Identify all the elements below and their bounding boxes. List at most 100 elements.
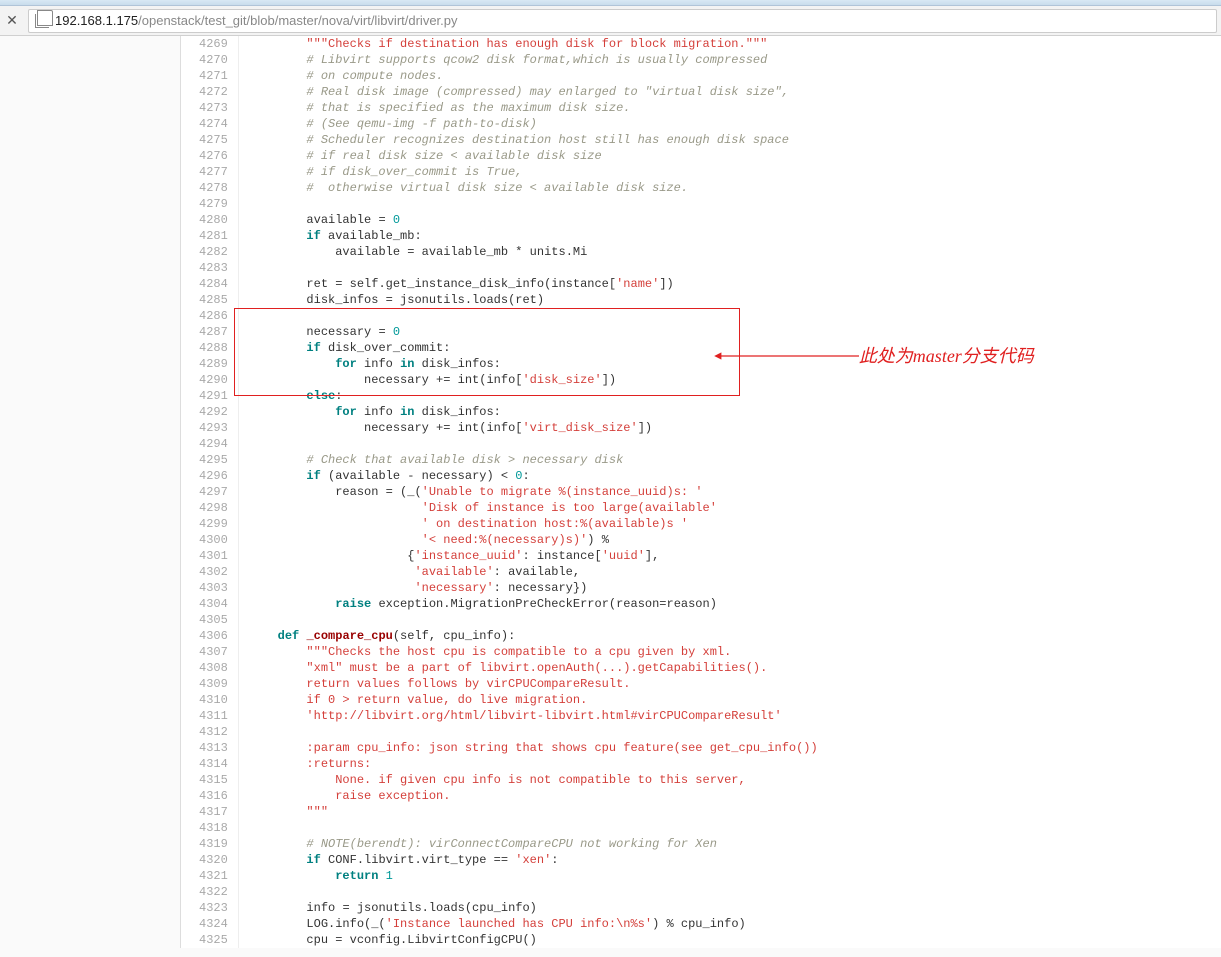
code-line: reason = (_('Unable to migrate %(instanc…	[249, 484, 1221, 500]
line-number: 4304	[199, 596, 228, 612]
page-icon	[35, 14, 49, 28]
code-line: else:	[249, 388, 1221, 404]
line-number: 4306	[199, 628, 228, 644]
code-line: available = 0	[249, 212, 1221, 228]
code-line: {'instance_uuid': instance['uuid'],	[249, 548, 1221, 564]
code-line: # Check that available disk > necessary …	[249, 452, 1221, 468]
line-number: 4295	[199, 452, 228, 468]
line-number: 4301	[199, 548, 228, 564]
code-line: # Libvirt supports qcow2 disk format,whi…	[249, 52, 1221, 68]
code-line	[249, 436, 1221, 452]
line-number: 4311	[199, 708, 228, 724]
code-line: necessary += int(info['virt_disk_size'])	[249, 420, 1221, 436]
line-number: 4305	[199, 612, 228, 628]
line-number: 4283	[199, 260, 228, 276]
code-line: :returns:	[249, 756, 1221, 772]
line-number: 4281	[199, 228, 228, 244]
code-line: info = jsonutils.loads(cpu_info)	[249, 900, 1221, 916]
code-line: # (See qemu-img -f path-to-disk)	[249, 116, 1221, 132]
line-number: 4296	[199, 468, 228, 484]
line-number: 4287	[199, 324, 228, 340]
code-line: "xml" must be a part of libvirt.openAuth…	[249, 660, 1221, 676]
line-number: 4274	[199, 116, 228, 132]
code-content[interactable]: 此处为master分支代码 """Checks if destination h…	[239, 36, 1221, 948]
code-line: # that is specified as the maximum disk …	[249, 100, 1221, 116]
line-number: 4317	[199, 804, 228, 820]
code-line: """	[249, 804, 1221, 820]
code-line: :param cpu_info: json string that shows …	[249, 740, 1221, 756]
line-number: 4299	[199, 516, 228, 532]
code-line	[249, 724, 1221, 740]
code-line: if (available - necessary) < 0:	[249, 468, 1221, 484]
code-line: ' on destination host:%(available)s '	[249, 516, 1221, 532]
line-number: 4282	[199, 244, 228, 260]
browser-nav-bar: ✕ 192.168.1.175/openstack/test_git/blob/…	[0, 6, 1221, 36]
line-number: 4313	[199, 740, 228, 756]
line-number: 4308	[199, 660, 228, 676]
line-number: 4316	[199, 788, 228, 804]
code-line: 'http://libvirt.org/html/libvirt-libvirt…	[249, 708, 1221, 724]
code-line	[249, 612, 1221, 628]
url-text: 192.168.1.175/openstack/test_git/blob/ma…	[55, 13, 458, 28]
line-number: 4298	[199, 500, 228, 516]
code-line: if CONF.libvirt.virt_type == 'xen':	[249, 852, 1221, 868]
line-number: 4270	[199, 52, 228, 68]
url-input[interactable]: 192.168.1.175/openstack/test_git/blob/ma…	[28, 9, 1217, 33]
line-number: 4322	[199, 884, 228, 900]
line-number: 4319	[199, 836, 228, 852]
line-number: 4269	[199, 36, 228, 52]
code-line: # if disk_over_commit is True,	[249, 164, 1221, 180]
line-number: 4279	[199, 196, 228, 212]
line-number: 4303	[199, 580, 228, 596]
line-number: 4289	[199, 356, 228, 372]
line-number: 4291	[199, 388, 228, 404]
code-line: raise exception.MigrationPreCheckError(r…	[249, 596, 1221, 612]
line-number: 4307	[199, 644, 228, 660]
code-line: # if real disk size < available disk siz…	[249, 148, 1221, 164]
line-number: 4315	[199, 772, 228, 788]
line-number: 4302	[199, 564, 228, 580]
line-number: 4323	[199, 900, 228, 916]
code-line	[249, 820, 1221, 836]
code-line: if 0 > return value, do live migration.	[249, 692, 1221, 708]
line-number: 4325	[199, 932, 228, 948]
code-line: # otherwise virtual disk size < availabl…	[249, 180, 1221, 196]
code-line	[249, 196, 1221, 212]
code-line: """Checks if destination has enough disk…	[249, 36, 1221, 52]
code-line: 'available': available,	[249, 564, 1221, 580]
code-line: # Scheduler recognizes destination host …	[249, 132, 1221, 148]
code-line: for info in disk_infos:	[249, 356, 1221, 372]
line-number: 4310	[199, 692, 228, 708]
line-number: 4320	[199, 852, 228, 868]
code-line: if disk_over_commit:	[249, 340, 1221, 356]
line-number: 4284	[199, 276, 228, 292]
code-line	[249, 884, 1221, 900]
code-line: necessary += int(info['disk_size'])	[249, 372, 1221, 388]
code-line: # NOTE(berendt): virConnectCompareCPU no…	[249, 836, 1221, 852]
code-line: necessary = 0	[249, 324, 1221, 340]
code-line: for info in disk_infos:	[249, 404, 1221, 420]
line-number: 4276	[199, 148, 228, 164]
line-number: 4277	[199, 164, 228, 180]
line-number: 4292	[199, 404, 228, 420]
url-host: 192.168.1.175	[55, 13, 138, 28]
line-number: 4273	[199, 100, 228, 116]
line-number: 4294	[199, 436, 228, 452]
line-number: 4312	[199, 724, 228, 740]
line-number: 4272	[199, 84, 228, 100]
line-number: 4285	[199, 292, 228, 308]
code-line: def _compare_cpu(self, cpu_info):	[249, 628, 1221, 644]
line-number: 4318	[199, 820, 228, 836]
line-number: 4321	[199, 868, 228, 884]
url-path: /openstack/test_git/blob/master/nova/vir…	[138, 13, 457, 28]
code-line: return 1	[249, 868, 1221, 884]
line-number: 4324	[199, 916, 228, 932]
code-line: return values follows by virCPUCompareRe…	[249, 676, 1221, 692]
line-number: 4280	[199, 212, 228, 228]
line-number: 4271	[199, 68, 228, 84]
code-line: # Real disk image (compressed) may enlar…	[249, 84, 1221, 100]
code-line: LOG.info(_('Instance launched has CPU in…	[249, 916, 1221, 932]
line-number: 4297	[199, 484, 228, 500]
close-icon[interactable]: ✕	[4, 13, 20, 29]
line-number-gutter: 4269427042714272427342744275427642774278…	[181, 36, 239, 948]
